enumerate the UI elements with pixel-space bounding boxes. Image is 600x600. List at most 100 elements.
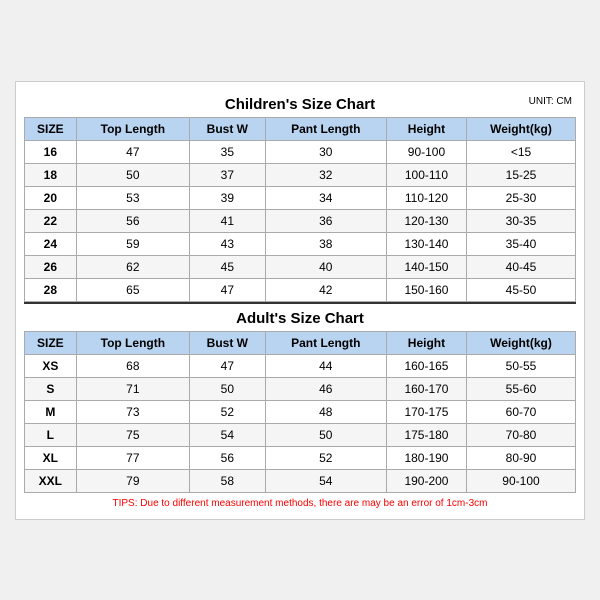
data-cell: 80-90	[466, 446, 575, 469]
table-row: 24594338130-14035-40	[25, 232, 576, 255]
data-cell: 70-80	[466, 423, 575, 446]
data-cell: 41	[190, 209, 266, 232]
size-cell: 24	[25, 232, 77, 255]
data-cell: 65	[76, 278, 189, 301]
adult-col-size: SIZE	[25, 331, 77, 354]
children-col-pantlength: Pant Length	[265, 117, 386, 140]
data-cell: 60-70	[466, 400, 575, 423]
data-cell: 37	[190, 163, 266, 186]
data-cell: 170-175	[386, 400, 466, 423]
data-cell: 160-165	[386, 354, 466, 377]
data-cell: 35	[190, 140, 266, 163]
data-cell: 43	[190, 232, 266, 255]
data-cell: 90-100	[386, 140, 466, 163]
data-cell: 71	[76, 377, 189, 400]
data-cell: 52	[190, 400, 266, 423]
children-col-toplength: Top Length	[76, 117, 189, 140]
table-row: 20533934110-12025-30	[25, 186, 576, 209]
size-cell: S	[25, 377, 77, 400]
data-cell: 30-35	[466, 209, 575, 232]
data-cell: 35-40	[466, 232, 575, 255]
data-cell: 36	[265, 209, 386, 232]
size-cell: XS	[25, 354, 77, 377]
data-cell: 38	[265, 232, 386, 255]
chart-container: Children's Size Chart UNIT: CM SIZE Top …	[15, 81, 585, 520]
size-cell: XL	[25, 446, 77, 469]
data-cell: 45-50	[466, 278, 575, 301]
adult-col-weight: Weight(kg)	[466, 331, 575, 354]
data-cell: 59	[76, 232, 189, 255]
data-cell: 110-120	[386, 186, 466, 209]
children-col-bustw: Bust W	[190, 117, 266, 140]
data-cell: 90-100	[466, 469, 575, 492]
data-cell: 120-130	[386, 209, 466, 232]
data-cell: 180-190	[386, 446, 466, 469]
data-cell: 40-45	[466, 255, 575, 278]
data-cell: 50-55	[466, 354, 575, 377]
data-cell: 53	[76, 186, 189, 209]
size-cell: XXL	[25, 469, 77, 492]
table-row: XL775652180-19080-90	[25, 446, 576, 469]
tips-text: TIPS: Due to different measurement metho…	[24, 493, 576, 511]
data-cell: 54	[190, 423, 266, 446]
data-cell: 34	[265, 186, 386, 209]
data-cell: 58	[190, 469, 266, 492]
data-cell: 190-200	[386, 469, 466, 492]
table-row: 22564136120-13030-35	[25, 209, 576, 232]
table-row: 28654742150-16045-50	[25, 278, 576, 301]
size-cell: M	[25, 400, 77, 423]
children-col-height: Height	[386, 117, 466, 140]
data-cell: 48	[265, 400, 386, 423]
data-cell: 73	[76, 400, 189, 423]
children-section-title: Children's Size Chart UNIT: CM	[24, 90, 576, 117]
data-cell: 55-60	[466, 377, 575, 400]
children-header-row: SIZE Top Length Bust W Pant Length Heigh…	[25, 117, 576, 140]
children-size-table: SIZE Top Length Bust W Pant Length Heigh…	[24, 117, 576, 302]
data-cell: 47	[190, 354, 266, 377]
table-row: XXL795854190-20090-100	[25, 469, 576, 492]
adult-section-title: Adult's Size Chart	[24, 302, 576, 331]
data-cell: 15-25	[466, 163, 575, 186]
children-col-size: SIZE	[25, 117, 77, 140]
data-cell: 75	[76, 423, 189, 446]
children-title-text: Children's Size Chart	[225, 96, 375, 113]
data-cell: 50	[190, 377, 266, 400]
data-cell: 50	[76, 163, 189, 186]
data-cell: <15	[466, 140, 575, 163]
data-cell: 46	[265, 377, 386, 400]
adult-col-bustw: Bust W	[190, 331, 266, 354]
table-row: 1647353090-100<15	[25, 140, 576, 163]
adult-col-toplength: Top Length	[76, 331, 189, 354]
data-cell: 47	[76, 140, 189, 163]
data-cell: 32	[265, 163, 386, 186]
data-cell: 150-160	[386, 278, 466, 301]
children-col-weight: Weight(kg)	[466, 117, 575, 140]
data-cell: 77	[76, 446, 189, 469]
size-cell: 20	[25, 186, 77, 209]
data-cell: 44	[265, 354, 386, 377]
data-cell: 56	[190, 446, 266, 469]
data-cell: 175-180	[386, 423, 466, 446]
data-cell: 39	[190, 186, 266, 209]
adult-title-text: Adult's Size Chart	[236, 310, 364, 327]
data-cell: 160-170	[386, 377, 466, 400]
data-cell: 50	[265, 423, 386, 446]
table-row: 18503732100-11015-25	[25, 163, 576, 186]
table-row: XS684744160-16550-55	[25, 354, 576, 377]
table-row: S715046160-17055-60	[25, 377, 576, 400]
adult-col-pantlength: Pant Length	[265, 331, 386, 354]
size-cell: 26	[25, 255, 77, 278]
data-cell: 52	[265, 446, 386, 469]
data-cell: 30	[265, 140, 386, 163]
size-cell: 22	[25, 209, 77, 232]
adult-header-row: SIZE Top Length Bust W Pant Length Heigh…	[25, 331, 576, 354]
size-cell: L	[25, 423, 77, 446]
data-cell: 79	[76, 469, 189, 492]
data-cell: 62	[76, 255, 189, 278]
size-cell: 28	[25, 278, 77, 301]
data-cell: 25-30	[466, 186, 575, 209]
data-cell: 47	[190, 278, 266, 301]
data-cell: 140-150	[386, 255, 466, 278]
data-cell: 54	[265, 469, 386, 492]
data-cell: 68	[76, 354, 189, 377]
